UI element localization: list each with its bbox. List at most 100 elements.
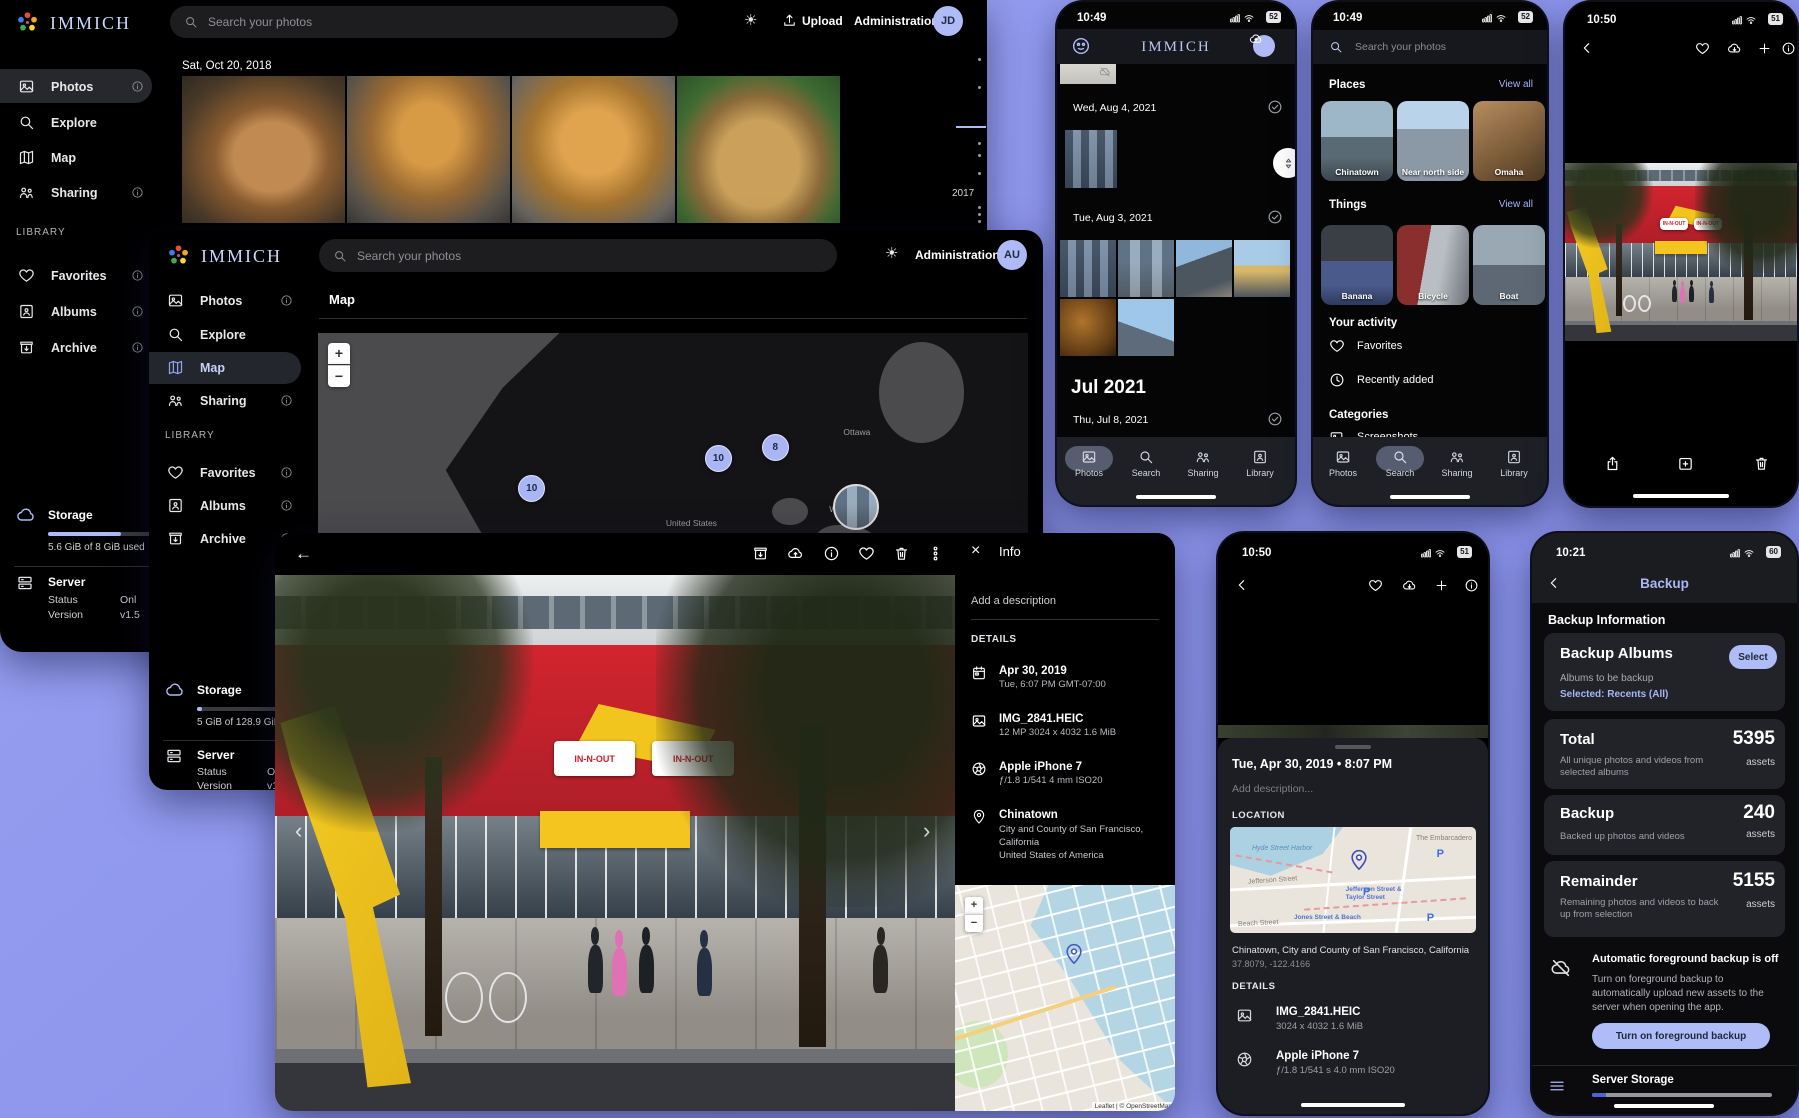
nav-tab-photos[interactable]: Photos (1315, 449, 1371, 478)
sidebar-item-sharing[interactable]: Sharing (167, 392, 247, 409)
info-icon[interactable] (280, 394, 293, 407)
thing-card-bicycle[interactable]: Bicycle (1397, 225, 1469, 305)
map-zoom-out-button[interactable]: − (328, 365, 350, 387)
info-icon[interactable] (1464, 578, 1479, 593)
timeline-position-indicator[interactable] (956, 126, 986, 128)
map-cluster-marker[interactable]: 8 (762, 434, 789, 461)
plus-icon[interactable] (1434, 578, 1449, 593)
trash-icon[interactable] (893, 545, 910, 562)
sidebar-item-explore[interactable]: Explore (18, 114, 97, 131)
timeline-drag-handle[interactable] (1273, 148, 1295, 178)
photo-thumbnail[interactable] (1176, 240, 1232, 297)
cloud-download-icon[interactable] (1727, 41, 1742, 56)
sidebar-item-favorites[interactable]: Favorites (18, 267, 107, 284)
photo-thumbnail[interactable] (347, 76, 510, 223)
place-card-chinatown[interactable]: Chinatown (1321, 101, 1393, 181)
sidebar-item-map[interactable]: Map (167, 359, 225, 376)
things-view-all-link[interactable]: View all (1499, 199, 1533, 212)
administration-link[interactable]: Administration (854, 14, 939, 29)
nav-tab-library[interactable]: Library (1232, 449, 1288, 478)
trash-icon[interactable] (1753, 455, 1770, 472)
location-map[interactable]: The Embarcadero Hyde Street Harbor Jeffe… (1230, 827, 1476, 933)
add-description-field[interactable]: Add description... (1232, 783, 1313, 796)
archive-add-icon[interactable] (1677, 455, 1694, 472)
detail-location[interactable]: Chinatown (999, 808, 1058, 822)
previous-photo-chevron[interactable]: ‹ (295, 817, 302, 845)
sidebar-item-photos[interactable]: Photos (18, 78, 93, 95)
nav-tab-search[interactable]: Search (1372, 449, 1428, 478)
add-description-field[interactable]: Add a description (971, 595, 1056, 609)
heart-icon[interactable] (1695, 41, 1710, 56)
info-icon[interactable] (131, 80, 144, 93)
turn-on-foreground-backup-button[interactable]: Turn on foreground backup (1592, 1023, 1770, 1049)
administration-link[interactable]: Administration (915, 248, 1000, 263)
place-card-omaha[interactable]: Omaha (1473, 101, 1545, 181)
sheet-drag-handle[interactable] (1335, 745, 1371, 749)
info-icon[interactable] (280, 294, 293, 307)
photo-thumbnail[interactable] (1118, 240, 1174, 297)
location-minimap[interactable]: + − Leaflet | © OpenStreetMap (955, 885, 1175, 1111)
info-icon[interactable] (1781, 41, 1796, 56)
map-photo-marker[interactable] (833, 484, 879, 530)
archive-download-icon[interactable] (752, 545, 769, 562)
info-icon[interactable] (280, 466, 293, 479)
photo-thumbnail[interactable] (1118, 299, 1174, 356)
photo-thumbnail[interactable] (512, 76, 675, 223)
select-check-icon[interactable] (1267, 411, 1283, 427)
info-icon[interactable] (131, 305, 144, 318)
photo-thumbnail[interactable] (1065, 130, 1117, 188)
kebab-menu-icon[interactable] (927, 545, 944, 562)
timeline-scrubber[interactable]: 2017 (948, 56, 987, 236)
nav-tab-photos[interactable]: Photos (1061, 449, 1117, 478)
places-view-all-link[interactable]: View all (1499, 79, 1533, 92)
sidebar-item-sharing[interactable]: Sharing (18, 184, 98, 201)
cloud-upload-icon[interactable] (1249, 32, 1263, 46)
sidebar-item-archive[interactable]: Archive (18, 339, 97, 356)
back-arrow-icon[interactable]: ← (295, 543, 312, 564)
photo-thumbnail[interactable] (677, 76, 840, 223)
sidebar-item-albums[interactable]: Albums (167, 497, 246, 514)
sidebar-item-favorites[interactable]: Favorites (167, 464, 256, 481)
theme-toggle-sun-icon[interactable]: ☀ (885, 245, 898, 264)
back-chevron-icon[interactable] (1579, 40, 1595, 56)
nav-tab-search[interactable]: Search (1118, 449, 1174, 478)
info-icon[interactable] (131, 269, 144, 282)
share-icon[interactable] (1604, 455, 1621, 472)
avatar[interactable]: JD (933, 6, 963, 36)
theme-toggle-sun-icon[interactable]: ☀ (744, 12, 757, 31)
avatar[interactable]: AU (997, 240, 1027, 270)
back-chevron-icon[interactable] (1234, 577, 1250, 593)
sidebar-item-explore[interactable]: Explore (167, 326, 246, 343)
cloud-upload-icon[interactable] (787, 545, 804, 562)
info-icon[interactable] (823, 545, 840, 562)
place-card-near-north-side[interactable]: Near north side (1397, 101, 1469, 181)
select-button[interactable]: Select (1729, 645, 1777, 669)
minimap-zoom-in[interactable]: + (965, 897, 983, 914)
info-icon[interactable] (280, 499, 293, 512)
activity-favorites[interactable]: Favorites (1357, 340, 1402, 354)
close-icon[interactable]: × (971, 541, 980, 561)
search-input[interactable]: Search your photos (170, 6, 678, 38)
nav-tab-sharing[interactable]: Sharing (1429, 449, 1485, 478)
heart-icon[interactable] (1368, 578, 1383, 593)
info-icon[interactable] (131, 186, 144, 199)
search-input[interactable]: Search your photos (319, 239, 837, 272)
sidebar-item-map[interactable]: Map (18, 149, 76, 166)
search-bar[interactable]: Search your photos (1313, 30, 1547, 64)
thing-card-banana[interactable]: Banana (1321, 225, 1393, 305)
map-zoom-in-button[interactable]: + (328, 343, 350, 364)
photo-thumbnail[interactable] (1060, 299, 1116, 356)
nav-tab-sharing[interactable]: Sharing (1175, 449, 1231, 478)
activity-recently-added[interactable]: Recently added (1357, 374, 1433, 388)
plus-icon[interactable] (1757, 41, 1772, 56)
upload-button[interactable]: Upload (802, 14, 843, 29)
sidebar-item-archive[interactable]: Archive (167, 530, 246, 547)
map-cluster-marker[interactable]: 10 (705, 445, 732, 472)
nav-tab-library[interactable]: Library (1486, 449, 1542, 478)
next-photo-chevron[interactable]: › (923, 817, 930, 845)
photo-in-n-out[interactable]: IN-N-OUT IN-N-OUT (275, 575, 955, 1111)
info-icon[interactable] (131, 341, 144, 354)
photo-thumbnail[interactable] (1234, 240, 1290, 297)
select-check-icon[interactable] (1267, 99, 1283, 115)
upload-icon[interactable] (782, 13, 797, 28)
